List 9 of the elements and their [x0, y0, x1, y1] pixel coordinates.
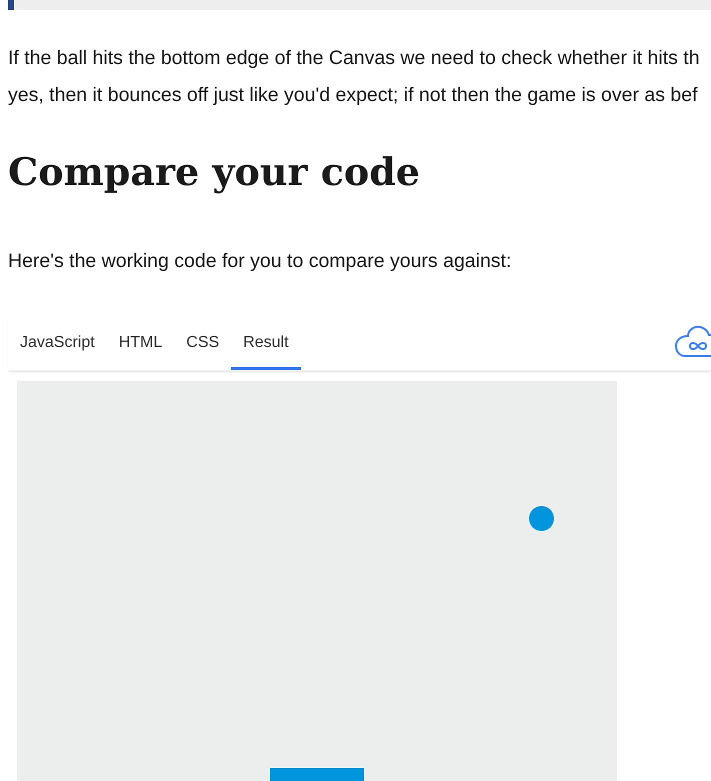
tab[interactable]: CSS — [174, 315, 232, 370]
cloud-infinity-icon[interactable] — [675, 325, 711, 358]
tab[interactable]: JavaScript — [8, 315, 107, 370]
paragraph: If the ball hits the bottom edge of the Canvas we need to check whether it hits th yes, then it bounces off just like you'd expect; if not then the game is over as bef — [8, 46, 701, 108]
ball — [529, 506, 554, 531]
section-heading: Compare your code — [8, 148, 420, 196]
tab[interactable]: Result — [231, 315, 301, 370]
tab[interactable]: HTML — [106, 315, 174, 370]
lead-text: Here's the working code for you to compare yours against: — [8, 249, 512, 274]
